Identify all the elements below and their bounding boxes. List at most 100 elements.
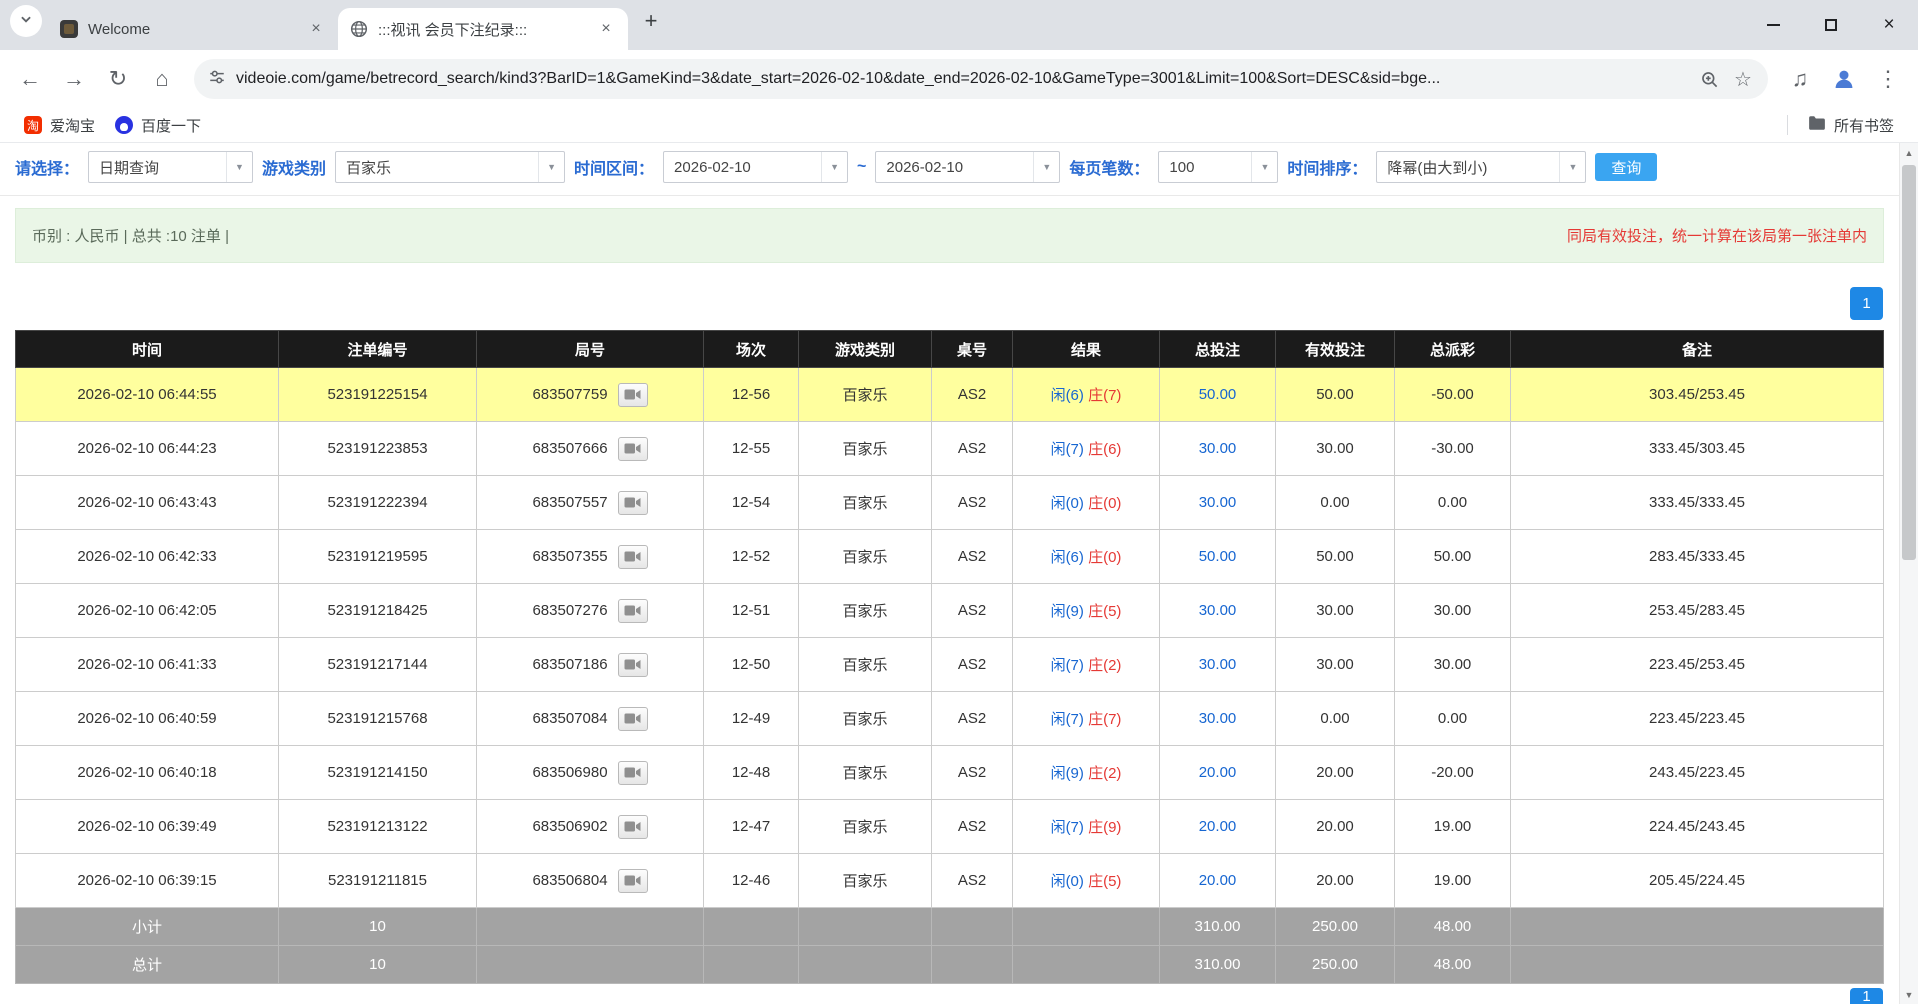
table-row: 2026-02-10 06:43:43523191222394683507557… <box>16 476 1884 530</box>
profile-icon[interactable] <box>1824 59 1864 99</box>
tab-close-icon[interactable]: × <box>596 19 616 39</box>
cell-time: 2026-02-10 06:44:55 <box>16 368 279 422</box>
result-player: 闲(0) <box>1051 495 1084 512</box>
cell-session: 12-51 <box>704 584 799 638</box>
date-start-input[interactable]: 2026-02-10 ▼ <box>663 151 848 183</box>
tab-strip: Welcome × :::视讯 会员下注纪录::: × + × <box>0 0 1918 50</box>
replay-video-button[interactable] <box>618 599 648 623</box>
query-type-select[interactable]: 日期查询 ▼ <box>88 151 253 183</box>
scrollbar-thumb[interactable] <box>1902 165 1916 560</box>
total-bet-link[interactable]: 50.00 <box>1199 386 1237 403</box>
total-bet-link[interactable]: 50.00 <box>1199 548 1237 565</box>
cell-valid-bet: 50.00 <box>1276 368 1395 422</box>
all-bookmarks-button[interactable]: 所有书签 <box>1798 111 1904 139</box>
sort-select[interactable]: 降幂(由大到小) ▼ <box>1376 151 1586 183</box>
replay-video-button[interactable] <box>618 437 648 461</box>
cell-total-bet: 30.00 <box>1160 692 1276 746</box>
empty-cell <box>799 908 932 946</box>
total-bet-link[interactable]: 30.00 <box>1199 440 1237 457</box>
replay-video-button[interactable] <box>618 491 648 515</box>
bet-records-table: 时间注单编号局号场次游戏类别桌号结果总投注有效投注总派彩备注 2026-02-1… <box>15 330 1884 984</box>
cell-note: 223.45/253.45 <box>1511 638 1884 692</box>
replay-video-button[interactable] <box>618 761 648 785</box>
result-banker: 庄(0) <box>1084 549 1122 566</box>
site-settings-icon[interactable] <box>208 68 226 91</box>
pagination-bottom-page-1[interactable]: 1 <box>1850 988 1883 1004</box>
cell-result: 闲(7) 庄(2) <box>1013 638 1160 692</box>
empty-cell <box>704 946 799 984</box>
bookmark-star-icon[interactable]: ☆ <box>1726 62 1760 96</box>
result-banker: 庄(2) <box>1084 765 1122 782</box>
media-controls-icon[interactable]: ♫ <box>1780 59 1820 99</box>
total-label: 总计 <box>16 946 279 984</box>
total-bet-link[interactable]: 30.00 <box>1199 656 1237 673</box>
cell-total-bet: 20.00 <box>1160 800 1276 854</box>
scrollbar[interactable]: ▲ ▼ <box>1899 143 1918 1004</box>
result-banker: 庄(7) <box>1084 711 1122 728</box>
tab-title: :::视讯 会员下注纪录::: <box>378 19 586 40</box>
table-header-row: 时间注单编号局号场次游戏类别桌号结果总投注有效投注总派彩备注 <box>16 331 1884 368</box>
search-button[interactable]: 查询 <box>1595 153 1657 181</box>
cell-table: AS2 <box>932 584 1013 638</box>
tab-search-button[interactable] <box>10 5 42 37</box>
folder-icon <box>1808 115 1826 135</box>
url-text[interactable]: videoie.com/game/betrecord_search/kind3?… <box>236 70 1692 88</box>
replay-video-button[interactable] <box>618 815 648 839</box>
result-player: 闲(6) <box>1051 387 1084 404</box>
address-bar[interactable]: videoie.com/game/betrecord_search/kind3?… <box>194 59 1768 99</box>
new-tab-button[interactable]: + <box>634 4 668 38</box>
cell-table: AS2 <box>932 476 1013 530</box>
cell-payout: -20.00 <box>1395 746 1511 800</box>
minimize-button[interactable] <box>1744 0 1802 50</box>
replay-video-button[interactable] <box>618 383 648 407</box>
total-count: 10 <box>279 946 477 984</box>
replay-video-button[interactable] <box>618 707 648 731</box>
result-banker: 庄(5) <box>1084 873 1122 890</box>
table-row: 2026-02-10 06:44:23523191223853683507666… <box>16 422 1884 476</box>
bookmark-taobao[interactable]: 淘 爱淘宝 <box>14 111 105 139</box>
column-header: 局号 <box>477 331 704 368</box>
scroll-down-arrow[interactable]: ▼ <box>1900 985 1918 1004</box>
table-row: 2026-02-10 06:40:59523191215768683507084… <box>16 692 1884 746</box>
bookmark-baidu[interactable]: 百度一下 <box>105 111 211 139</box>
game-type-select[interactable]: 百家乐 ▼ <box>335 151 565 183</box>
scroll-up-arrow[interactable]: ▲ <box>1900 143 1918 162</box>
total-bet-link[interactable]: 30.00 <box>1199 494 1237 511</box>
cell-game: 百家乐 <box>799 854 932 908</box>
close-button[interactable]: × <box>1860 0 1918 50</box>
menu-kebab-icon[interactable]: ⋮ <box>1868 59 1908 99</box>
round-id: 683507557 <box>532 494 607 511</box>
empty-cell <box>932 908 1013 946</box>
back-button[interactable]: ← <box>10 59 50 99</box>
replay-video-button[interactable] <box>618 653 648 677</box>
tab-bet-record[interactable]: :::视讯 会员下注纪录::: × <box>338 8 628 50</box>
total-bet-link[interactable]: 30.00 <box>1199 602 1237 619</box>
cell-note: 283.45/333.45 <box>1511 530 1884 584</box>
total-bet-link[interactable]: 30.00 <box>1199 710 1237 727</box>
cell-time: 2026-02-10 06:41:33 <box>16 638 279 692</box>
total-bet-link[interactable]: 20.00 <box>1199 818 1237 835</box>
column-header: 时间 <box>16 331 279 368</box>
home-button[interactable]: ⌂ <box>142 59 182 99</box>
tab-close-icon[interactable]: × <box>306 19 326 39</box>
per-page-select[interactable]: 100 ▼ <box>1158 151 1278 183</box>
zoom-icon[interactable] <box>1692 62 1726 96</box>
total-bet-link[interactable]: 20.00 <box>1199 872 1237 889</box>
chevron-down-icon <box>19 12 33 31</box>
reload-button[interactable]: ↻ <box>98 59 138 99</box>
total-bet-link[interactable]: 20.00 <box>1199 764 1237 781</box>
cell-valid-bet: 20.00 <box>1276 746 1395 800</box>
date-end-input[interactable]: 2026-02-10 ▼ <box>875 151 1060 183</box>
cell-session: 12-49 <box>704 692 799 746</box>
tab-welcome[interactable]: Welcome × <box>48 8 338 50</box>
pagination-page-1[interactable]: 1 <box>1850 287 1883 320</box>
replay-video-button[interactable] <box>618 545 648 569</box>
maximize-button[interactable] <box>1802 0 1860 50</box>
subtotal-valid-bet: 250.00 <box>1276 908 1395 946</box>
forward-button[interactable]: → <box>54 59 94 99</box>
cell-valid-bet: 0.00 <box>1276 692 1395 746</box>
cell-bet-id: 523191225154 <box>279 368 477 422</box>
replay-video-button[interactable] <box>618 869 648 893</box>
result-player: 闲(9) <box>1051 765 1084 782</box>
window-controls: × <box>1744 0 1918 50</box>
